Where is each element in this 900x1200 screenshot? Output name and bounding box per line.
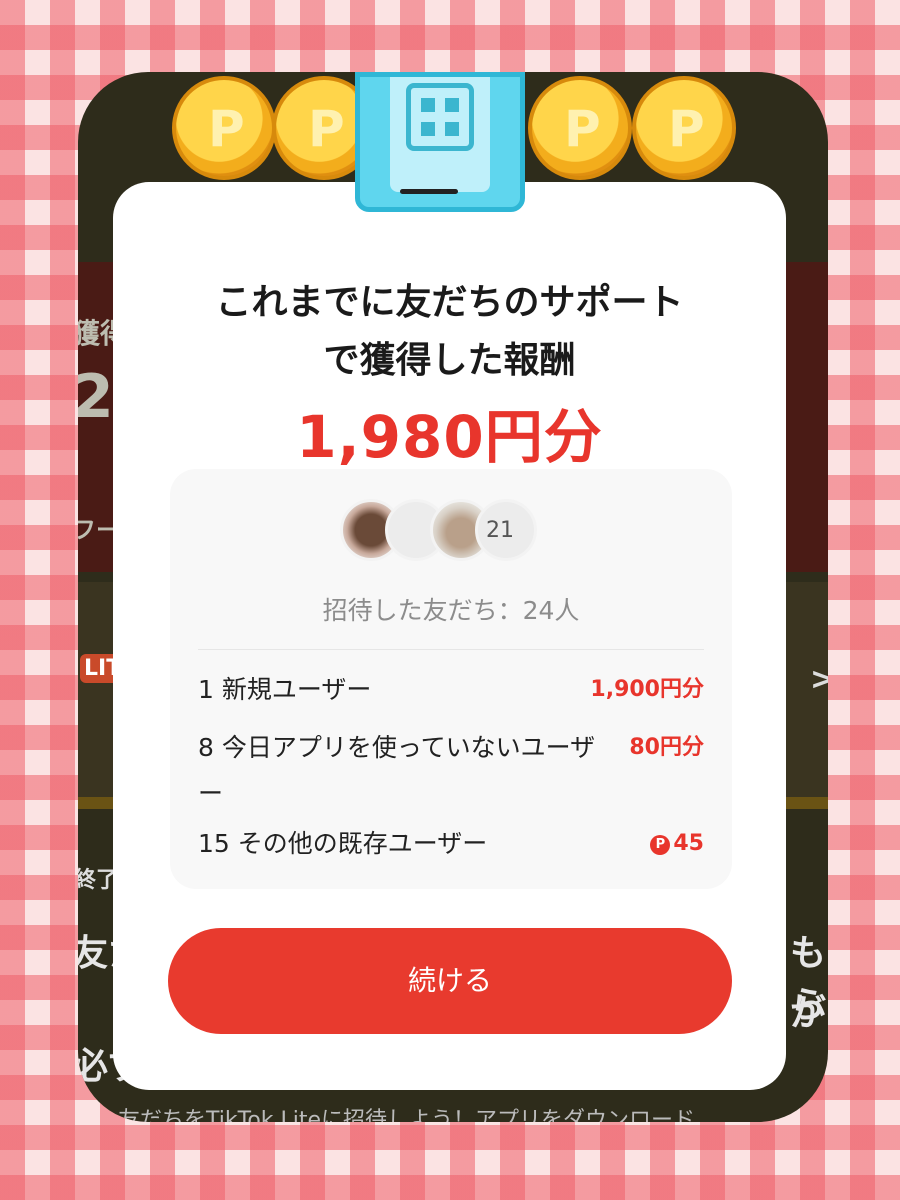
row-label: 8 今日アプリを使っていないユーザー [198, 733, 596, 808]
background-text: 2 [78, 362, 114, 432]
invite-summary-card: 21 招待した友だち：24人 1 新規ユーザー 1,900円分 8 今日アプリを… [170, 469, 732, 889]
row-value: 1,900円分 [590, 677, 704, 702]
background-text: が [790, 993, 827, 1034]
background-text: 終了 [78, 868, 119, 893]
qr-code-icon [406, 83, 474, 151]
row-label: 1 新規ユーザー [198, 675, 372, 704]
coin-icon: P [172, 76, 276, 180]
row-value: P 45 [650, 821, 704, 867]
avatar-more-count: 21 [475, 499, 537, 561]
continue-button[interactable]: 続ける [168, 928, 732, 1034]
friend-avatars[interactable]: 21 [340, 499, 560, 563]
chevron-right-icon: > [810, 662, 828, 697]
row-value: 80円分 [629, 735, 704, 760]
rewards-dialog: これまでに友だちのサポート で獲得した報酬 1,980円分 21 招待した友だち… [113, 182, 786, 1090]
divider [198, 649, 704, 650]
phone-qr-illustration [355, 72, 525, 212]
points-icon: P [650, 835, 671, 855]
invited-friends-count: 招待した友だち：24人 [322, 596, 580, 625]
background-text: 友だちをTikTok Liteに招待しよう！アプリをダウンロード [118, 1108, 696, 1122]
coin-icon: P [528, 76, 632, 180]
reward-amount: 1,980円分 [296, 403, 603, 471]
coin-icon: P [632, 76, 736, 180]
row-label: 15 その他の既存ユーザー [198, 829, 488, 858]
dialog-title: これまでに友だちのサポート で獲得した報酬 [215, 282, 684, 381]
